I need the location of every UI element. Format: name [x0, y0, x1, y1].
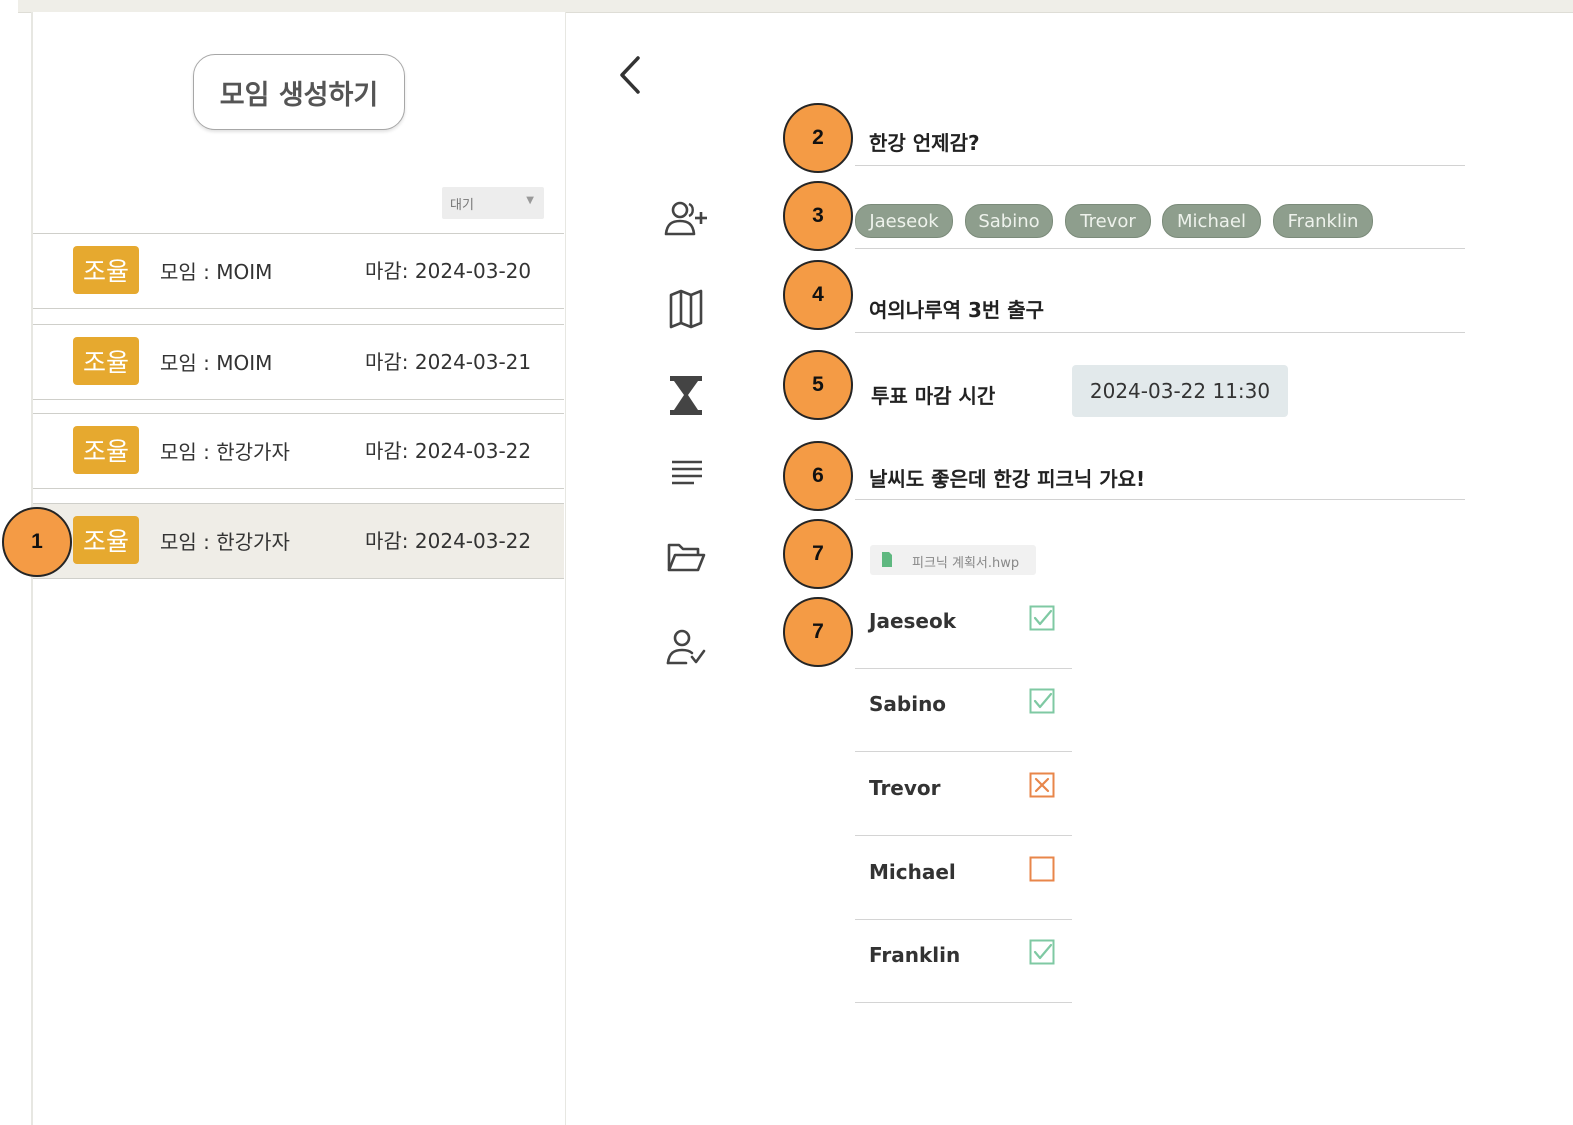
- meeting-deadline: 마감: 2024-03-22: [365, 439, 532, 463]
- meeting-title-input[interactable]: 한강 언제감?: [869, 127, 980, 156]
- status-badge: 조율: [73, 337, 139, 385]
- meeting-name: 모임 : 한강가자: [160, 440, 290, 464]
- callout-marker: 3: [783, 181, 853, 251]
- participant-name: Jaeseok: [869, 609, 957, 633]
- meeting-deadline: 마감: 2024-03-22: [365, 529, 532, 553]
- meeting-deadline: 마감: 2024-03-20: [365, 259, 532, 283]
- participant-row: Jaeseok: [855, 586, 1072, 669]
- hourglass-icon: [670, 376, 702, 415]
- vote-deadline-picker[interactable]: 2024-03-22 11:30: [1072, 365, 1288, 417]
- meeting-list-panel: 모임 생성하기 대기 ▼ 조율 모임 : MOIM 마감: 2024-03-20…: [31, 12, 566, 1125]
- member-chip[interactable]: Trevor: [1065, 204, 1151, 238]
- meeting-name: 모임 : 한강가자: [160, 530, 290, 554]
- meeting-row[interactable]: 조율 모임 : MOIM 마감: 2024-03-21: [33, 324, 564, 400]
- status-badge: 조율: [73, 246, 139, 294]
- members-field-underline: [855, 248, 1465, 249]
- checkbox-empty-icon[interactable]: [1029, 856, 1055, 882]
- vote-deadline-label: 투표 마감 시간: [871, 384, 996, 408]
- participant-name: Trevor: [869, 776, 941, 800]
- callout-marker: 5: [783, 350, 853, 420]
- callout-marker: 7: [783, 519, 853, 589]
- status-filter-select[interactable]: 대기 ▼: [442, 187, 544, 219]
- status-badge: 조율: [73, 516, 139, 564]
- callout-marker: 6: [783, 441, 853, 511]
- callout-marker: 2: [783, 103, 853, 173]
- attachment-name: 피크닉 계획서.hwp: [912, 556, 1020, 571]
- participant-name: Sabino: [869, 692, 947, 716]
- checkbox-checked-icon[interactable]: [1029, 605, 1055, 631]
- checkbox-checked-icon[interactable]: [1029, 688, 1055, 714]
- map-icon: [669, 289, 703, 329]
- description-input[interactable]: 날씨도 좋은데 한강 피크닉 가요!: [869, 463, 1145, 492]
- attachment-chip[interactable]: 피크닉 계획서.hwp: [870, 545, 1036, 575]
- chevron-down-icon: ▼: [526, 195, 534, 206]
- callout-marker: 1: [2, 507, 72, 577]
- participant-name: Michael: [869, 860, 956, 884]
- user-plus-icon: [664, 201, 707, 236]
- callout-marker: 7: [783, 597, 853, 667]
- meeting-name: 모임 : MOIM: [160, 351, 273, 375]
- text-lines-icon: [672, 460, 702, 485]
- status-filter-value: 대기: [450, 198, 474, 213]
- participant-row: Michael: [855, 837, 1072, 920]
- meeting-row[interactable]: 조율 모임 : 한강가자 마감: 2024-03-22: [33, 413, 564, 489]
- status-badge: 조율: [73, 426, 139, 474]
- chevron-left-icon[interactable]: [614, 52, 648, 98]
- callout-marker: 4: [783, 260, 853, 330]
- participant-name: Franklin: [869, 943, 961, 967]
- title-field-underline: [855, 165, 1465, 166]
- member-chip[interactable]: Sabino: [965, 204, 1053, 238]
- folder-open-icon: [667, 543, 706, 572]
- participant-row: Trevor: [855, 753, 1072, 836]
- description-field-underline: [855, 499, 1465, 500]
- member-chip[interactable]: Michael: [1162, 204, 1261, 238]
- location-input[interactable]: 여의나루역 3번 출구: [869, 294, 1044, 323]
- participant-row: Franklin: [855, 920, 1072, 1003]
- checkbox-checked-icon[interactable]: [1029, 939, 1055, 965]
- participant-row: Sabino: [855, 669, 1072, 752]
- meeting-name: 모임 : MOIM: [160, 260, 273, 284]
- member-chip[interactable]: Franklin: [1273, 204, 1373, 238]
- create-meeting-button[interactable]: 모임 생성하기: [193, 54, 405, 130]
- meeting-row[interactable]: 조율 모임 : MOIM 마감: 2024-03-20: [33, 233, 564, 309]
- checkbox-rejected-icon[interactable]: [1029, 772, 1055, 798]
- file-icon: [882, 552, 892, 567]
- meeting-row-selected[interactable]: 조율 모임 : 한강가자 마감: 2024-03-22: [33, 503, 564, 579]
- meeting-deadline: 마감: 2024-03-21: [365, 350, 532, 374]
- location-field-underline: [855, 332, 1465, 333]
- user-check-icon: [666, 629, 706, 665]
- member-chip[interactable]: Jaeseok: [855, 204, 953, 238]
